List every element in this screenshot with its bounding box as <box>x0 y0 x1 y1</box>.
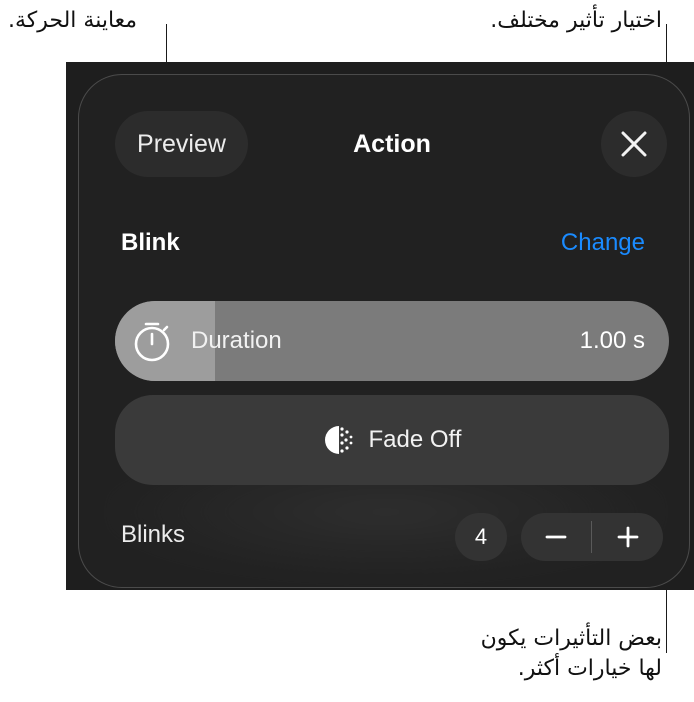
fade-icon <box>324 426 352 454</box>
duration-value: 1.00 s <box>579 327 645 354</box>
effect-name: Blink <box>121 229 180 256</box>
stepper-divider <box>591 521 592 553</box>
plus-icon <box>617 526 639 548</box>
sheet-title: Action <box>353 130 431 158</box>
action-sheet: Preview Action Blink Change Duration 1.0… <box>78 74 690 588</box>
fade-off-button[interactable]: Fade Off <box>115 395 669 485</box>
close-icon <box>621 131 647 157</box>
increment-button[interactable] <box>593 513 663 561</box>
change-effect-button[interactable]: Change <box>561 229 645 257</box>
callout-change-effect: اختيار تأثير مختلف. <box>490 8 662 33</box>
close-button[interactable] <box>601 111 667 177</box>
callout-more-options-line1: بعض التأثيرات يكون <box>480 626 662 651</box>
fade-off-label: Fade Off <box>368 426 462 453</box>
blinks-stepper <box>521 513 663 561</box>
duration-slider[interactable]: Duration 1.00 s <box>115 301 669 381</box>
action-panel: Preview Action Blink Change Duration 1.0… <box>66 62 694 590</box>
callout-preview: معاينة الحركة. <box>8 8 138 33</box>
blinks-label: Blinks <box>121 521 186 548</box>
minus-icon <box>545 535 567 539</box>
preview-button[interactable]: Preview <box>115 111 248 177</box>
callout-more-options: بعض التأثيرات يكون لها خيارات أكثر. <box>481 624 662 684</box>
callout-more-options-line2: لها خيارات أكثر. <box>517 656 662 681</box>
decrement-button[interactable] <box>521 513 591 561</box>
blinks-count: 4 <box>455 513 507 561</box>
stopwatch-icon <box>134 322 170 362</box>
duration-label: Duration <box>191 327 282 354</box>
